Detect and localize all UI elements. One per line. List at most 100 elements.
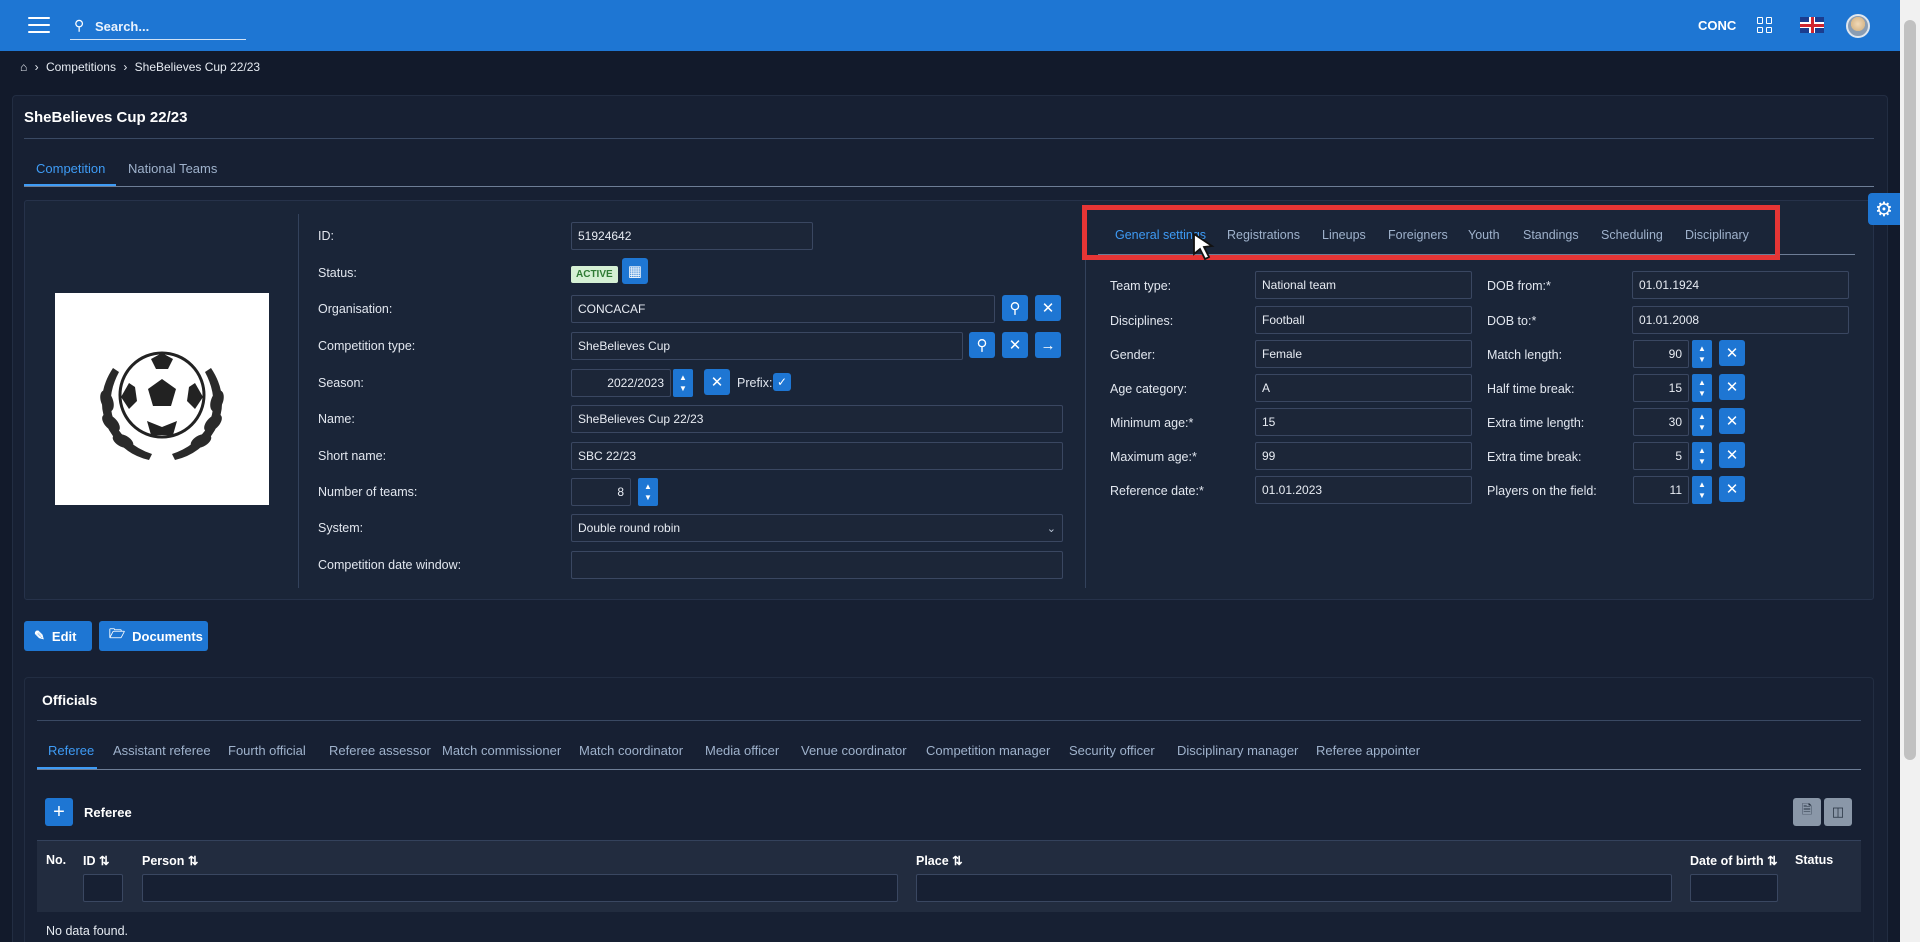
competition-type-clear-button[interactable]: ✕ — [1002, 332, 1028, 358]
column-place[interactable]: Place ⇅ — [916, 853, 963, 868]
date-window-field[interactable] — [571, 551, 1063, 579]
chevron-up-icon[interactable]: ▲ — [1698, 479, 1706, 490]
extra-time-length-stepper[interactable]: ▲ ▼ — [1692, 408, 1712, 436]
competition-type-open-button[interactable]: → — [1035, 332, 1061, 358]
extra-time-length-clear-button[interactable]: ✕ — [1719, 408, 1745, 434]
short-name-field[interactable]: SBC 22/23 — [571, 442, 1063, 470]
chevron-up-icon[interactable]: ▲ — [644, 481, 652, 492]
user-code[interactable]: CONC — [1698, 18, 1736, 33]
tab-competition[interactable]: Competition — [36, 161, 105, 176]
chevron-down-icon[interactable]: ▼ — [1698, 354, 1706, 365]
columns-toggle-button[interactable]: ◫ — [1824, 798, 1852, 826]
home-icon[interactable]: ⌂ — [20, 60, 27, 74]
players-on-field-field[interactable]: 11 — [1633, 476, 1689, 504]
organisation-search-button[interactable]: ⚲ — [1002, 295, 1028, 321]
maximum-age-label: Maximum age:* — [1110, 450, 1197, 464]
extra-time-break-field[interactable]: 5 — [1633, 442, 1689, 470]
half-time-break-clear-button[interactable]: ✕ — [1719, 374, 1745, 400]
dob-from-field[interactable]: 01.01.1924 — [1632, 271, 1849, 299]
disciplines-field[interactable]: Football — [1255, 306, 1472, 334]
match-length-clear-button[interactable]: ✕ — [1719, 340, 1745, 366]
settings-gear-button[interactable]: ⚙ — [1868, 193, 1900, 225]
chevron-down-icon[interactable]: ▼ — [1698, 490, 1706, 501]
tab-referee-appointer[interactable]: Referee appointer — [1316, 743, 1420, 758]
calendar-button[interactable]: ▦ — [622, 258, 648, 284]
reference-date-field[interactable]: 01.01.2023 — [1255, 476, 1472, 504]
tab-match-coordinator[interactable]: Match coordinator — [579, 743, 683, 758]
tab-competition-manager[interactable]: Competition manager — [926, 743, 1050, 758]
half-time-break-field[interactable]: 15 — [1633, 374, 1689, 402]
chevron-down-icon[interactable]: ▼ — [1698, 422, 1706, 433]
match-length-field[interactable]: 90 — [1633, 340, 1689, 368]
number-of-teams-field[interactable]: 8 — [571, 478, 631, 506]
tab-match-commissioner[interactable]: Match commissioner — [442, 743, 561, 758]
chevron-up-icon[interactable]: ▲ — [679, 372, 687, 383]
dob-filter-input[interactable] — [1690, 874, 1778, 902]
scrollbar-thumb[interactable] — [1904, 20, 1916, 760]
place-filter-input[interactable] — [916, 874, 1672, 902]
season-stepper[interactable]: ▲ ▼ — [673, 369, 693, 397]
menu-icon[interactable] — [28, 17, 50, 33]
scrollbar[interactable] — [1900, 0, 1920, 942]
competition-type-search-button[interactable]: ⚲ — [969, 332, 995, 358]
column-dob[interactable]: Date of birth ⇅ — [1690, 853, 1778, 868]
tab-security-officer[interactable]: Security officer — [1069, 743, 1155, 758]
tab-referee[interactable]: Referee — [48, 743, 94, 758]
tab-fourth-official[interactable]: Fourth official — [228, 743, 306, 758]
gender-field[interactable]: Female — [1255, 340, 1472, 368]
search-input[interactable]: ⚲ Search... — [70, 12, 246, 40]
minimum-age-field[interactable]: 15 — [1255, 408, 1472, 436]
export-button[interactable]: 🗎 — [1793, 798, 1821, 826]
extra-time-break-stepper[interactable]: ▲ ▼ — [1692, 442, 1712, 470]
match-length-stepper[interactable]: ▲ ▼ — [1692, 340, 1712, 368]
chevron-up-icon[interactable]: ▲ — [1698, 343, 1706, 354]
extra-time-break-clear-button[interactable]: ✕ — [1719, 442, 1745, 468]
tab-referee-assessor[interactable]: Referee assessor — [329, 743, 431, 758]
chevron-up-icon[interactable]: ▲ — [1698, 411, 1706, 422]
organisation-field[interactable]: CONCACAF — [571, 295, 995, 323]
number-of-teams-stepper[interactable]: ▲ ▼ — [638, 478, 658, 506]
apps-grid-icon[interactable] — [1757, 17, 1773, 33]
team-type-field[interactable]: National team — [1255, 271, 1472, 299]
tab-national-teams[interactable]: National Teams — [128, 161, 217, 176]
organisation-clear-button[interactable]: ✕ — [1035, 295, 1061, 321]
prefix-checkbox[interactable]: ✓ — [773, 373, 791, 391]
age-category-field[interactable]: A — [1255, 374, 1472, 402]
extra-time-length-field[interactable]: 30 — [1633, 408, 1689, 436]
tab-assistant-referee[interactable]: Assistant referee — [113, 743, 211, 758]
chevron-down-icon[interactable]: ▼ — [1698, 456, 1706, 467]
id-filter-input[interactable] — [83, 874, 123, 902]
uk-flag-icon[interactable] — [1800, 17, 1824, 33]
chevron-up-icon[interactable]: ▲ — [1698, 377, 1706, 388]
tab-disciplinary-manager[interactable]: Disciplinary manager — [1177, 743, 1298, 758]
column-person[interactable]: Person ⇅ — [142, 853, 198, 868]
sort-icon[interactable]: ⇅ — [188, 854, 198, 868]
maximum-age-field[interactable]: 99 — [1255, 442, 1472, 470]
documents-button[interactable]: 🗁 Documents — [99, 621, 208, 651]
name-field[interactable]: SheBelieves Cup 22/23 — [571, 405, 1063, 433]
tab-venue-coordinator[interactable]: Venue coordinator — [801, 743, 907, 758]
system-select[interactable]: Double round robin ⌄ — [571, 514, 1063, 542]
avatar[interactable] — [1846, 14, 1870, 38]
players-on-field-clear-button[interactable]: ✕ — [1719, 476, 1745, 502]
players-on-field-stepper[interactable]: ▲ ▼ — [1692, 476, 1712, 504]
season-field[interactable]: 2022/2023 — [571, 369, 671, 397]
chevron-down-icon[interactable]: ▼ — [1698, 388, 1706, 399]
competition-type-field[interactable]: SheBelieves Cup — [571, 332, 963, 360]
chevron-down-icon[interactable]: ▼ — [644, 492, 652, 503]
sort-icon[interactable]: ⇅ — [99, 854, 109, 868]
half-time-break-stepper[interactable]: ▲ ▼ — [1692, 374, 1712, 402]
edit-button[interactable]: ✎ Edit — [24, 621, 92, 651]
add-referee-button[interactable]: + — [45, 798, 73, 826]
chevron-up-icon[interactable]: ▲ — [1698, 445, 1706, 456]
chevron-down-icon[interactable]: ▼ — [679, 383, 687, 394]
column-id[interactable]: ID ⇅ — [83, 853, 109, 868]
status-badge: ACTIVE — [571, 266, 618, 283]
season-clear-button[interactable]: ✕ — [704, 369, 730, 395]
person-filter-input[interactable] — [142, 874, 898, 902]
tab-media-officer[interactable]: Media officer — [705, 743, 779, 758]
breadcrumb-item-competitions[interactable]: Competitions — [46, 60, 116, 74]
dob-to-field[interactable]: 01.01.2008 — [1632, 306, 1849, 334]
sort-icon[interactable]: ⇅ — [952, 854, 962, 868]
sort-icon[interactable]: ⇅ — [1767, 854, 1777, 868]
